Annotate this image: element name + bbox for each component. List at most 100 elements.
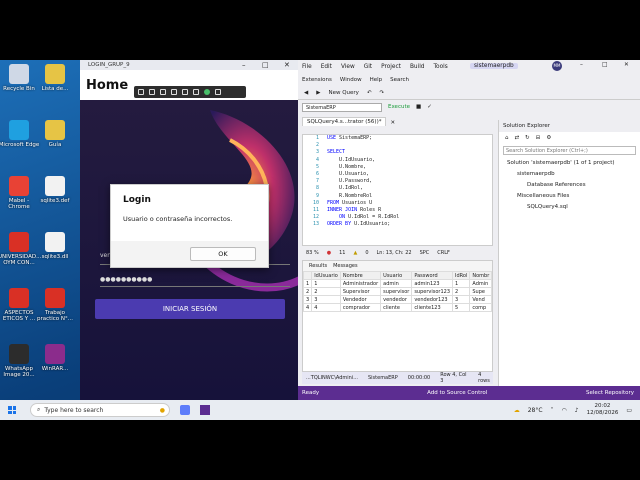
weather-widget-icon[interactable]: ●	[160, 407, 165, 414]
minimize-icon[interactable]: –	[242, 60, 246, 70]
table-cell[interactable]: admin123	[411, 279, 454, 288]
minimize-icon[interactable]: –	[580, 62, 583, 68]
new-query-button[interactable]: New Query	[328, 90, 358, 96]
table-cell[interactable]: 5	[452, 303, 471, 312]
table-cell[interactable]: Vend	[469, 295, 493, 304]
desktop-icon[interactable]: Trabajo practico N°...	[34, 288, 76, 322]
sql-editor[interactable]: 1 2 3 4 5 6 7 8 9 10 11 12 13 USE SistemaERP; SELECT …	[302, 134, 493, 246]
code-line[interactable]: U.IdRol,	[327, 185, 399, 192]
menu-item-git[interactable]: Git	[364, 64, 372, 70]
notification-icon[interactable]: ▭	[626, 407, 632, 414]
code-line[interactable]: U.Nombre,	[327, 164, 399, 171]
redo-icon[interactable]: ↷	[380, 90, 385, 96]
table-cell[interactable]: Vendedor	[339, 295, 382, 304]
desktop-icon[interactable]: Guía	[34, 120, 76, 148]
table-cell[interactable]: 2	[302, 287, 313, 296]
login-button[interactable]: INICIAR SESIÓN	[95, 299, 285, 319]
menu-item-window[interactable]: Window	[340, 77, 362, 83]
code-line[interactable]	[327, 142, 399, 149]
table-cell[interactable]: vendedor	[380, 295, 413, 304]
table-row[interactable]: 2 2 Supervisor supervisor supervisor123 2 Supe	[302, 287, 493, 296]
column-header[interactable]	[302, 271, 313, 280]
table-cell[interactable]: Administrador	[339, 279, 382, 288]
desktop-icon[interactable]: Lista de...	[34, 64, 76, 92]
chevron-up-icon[interactable]: ˄	[551, 407, 554, 414]
task-view-icon[interactable]	[180, 405, 190, 415]
table-cell[interactable]: 2	[311, 287, 341, 296]
error-count[interactable]: 11	[339, 250, 345, 256]
column-header[interactable]: IdUsuario	[311, 271, 341, 280]
table-cell[interactable]: Supervisor	[339, 287, 382, 296]
code-line[interactable]: R.NombreRol	[327, 193, 399, 200]
line-ending[interactable]: CRLF	[437, 250, 450, 256]
password-field[interactable]: ●●●●●●●●●●	[100, 276, 152, 283]
table-cell[interactable]: admin	[380, 279, 413, 288]
select-icon[interactable]	[138, 89, 144, 95]
tree-item[interactable]: Miscellaneous Files	[499, 190, 640, 201]
avatar[interactable]: MM	[552, 61, 562, 71]
code-line[interactable]: U.Password,	[327, 178, 399, 185]
results-grid[interactable]: IdUsuario Nombre Usuario Password IdRol Nombr…	[302, 271, 493, 312]
collapse-icon[interactable]	[215, 89, 221, 95]
column-header[interactable]: Nombr	[469, 271, 493, 280]
execute-button[interactable]: Execute	[388, 104, 410, 110]
temperature[interactable]: 28°C	[528, 407, 543, 414]
ok-button[interactable]: OK	[190, 247, 256, 261]
debug-toolbar[interactable]	[134, 86, 246, 98]
binding-icon[interactable]	[182, 89, 188, 95]
clock[interactable]: 20:02 12/08/2026	[587, 403, 619, 417]
close-tab-icon[interactable]: ✕	[386, 120, 395, 126]
home-icon[interactable]: ⌂	[505, 135, 509, 141]
start-button[interactable]	[8, 406, 16, 414]
tab-results[interactable]: Results	[309, 263, 327, 269]
code-line[interactable]: FROM Usuarios U	[327, 200, 399, 207]
code-line[interactable]: ORDER BY U.IdUsuario;	[327, 221, 399, 228]
table-cell[interactable]: Supe	[469, 287, 493, 296]
desktop-icon[interactable]: sqlite3.dll	[34, 232, 76, 260]
stop-icon[interactable]: ■	[416, 104, 421, 110]
table-cell[interactable]: 4	[302, 303, 313, 312]
table-row[interactable]: 1 1 Administrador admin admin123 1 Admin	[302, 279, 493, 288]
sync-icon[interactable]: ⇄	[515, 135, 520, 141]
close-icon[interactable]: ✕	[624, 62, 629, 68]
menu-item-help[interactable]: Help	[370, 77, 383, 83]
menu-item-extensions[interactable]: Extensions	[302, 77, 332, 83]
table-cell[interactable]: 1	[302, 279, 313, 288]
code-line[interactable]: SELECT	[327, 149, 399, 156]
table-cell[interactable]: Admin	[469, 279, 493, 288]
settings-icon[interactable]: ⚙	[546, 135, 551, 141]
undo-icon[interactable]: ↶	[367, 90, 372, 96]
menu-item-build[interactable]: Build	[410, 64, 425, 70]
menu-item-tools[interactable]: Tools	[434, 64, 448, 70]
table-cell[interactable]: cliente123	[411, 303, 454, 312]
table-cell[interactable]: 3	[311, 295, 341, 304]
column-header[interactable]: IdRol	[452, 271, 471, 280]
taskbar-search[interactable]: ⌕ Type here to search ●	[30, 403, 170, 417]
back-icon[interactable]: ◀	[304, 90, 308, 96]
menu-item-edit[interactable]: Edit	[321, 64, 332, 70]
adorner-icon[interactable]	[193, 89, 199, 95]
menu-item-project[interactable]: Project	[381, 64, 401, 70]
volume-icon[interactable]: ♪	[575, 407, 579, 414]
wifi-icon[interactable]: ◠	[562, 407, 567, 414]
table-cell[interactable]: 3	[452, 295, 471, 304]
tree-item[interactable]: Solution 'sistemaerpdb' (1 of 1 project)	[499, 157, 640, 168]
code-area[interactable]: USE SistemaERP; SELECT U.IdUsuario, U.Nom…	[327, 135, 399, 228]
column-header[interactable]: Nombre	[339, 271, 382, 280]
menu-item-search[interactable]: Search	[390, 77, 409, 83]
menu-item-view[interactable]: View	[341, 64, 355, 70]
column-header[interactable]: Password	[411, 271, 454, 280]
code-line[interactable]: U.Usuario,	[327, 171, 399, 178]
check-icon[interactable]: ✓	[427, 104, 432, 110]
tree-item[interactable]: SQLQuery4.sql	[499, 201, 640, 212]
table-cell[interactable]: comp	[469, 303, 493, 312]
refresh-icon[interactable]: ↻	[525, 135, 530, 141]
frame-icon[interactable]	[171, 89, 177, 95]
desktop-icon[interactable]: sqlite3.def	[34, 176, 76, 204]
code-line[interactable]: USE SistemaERP;	[327, 135, 399, 142]
pointer-icon[interactable]	[149, 89, 155, 95]
collapse-icon[interactable]: ⊟	[536, 135, 541, 141]
warning-count[interactable]: 0	[365, 250, 368, 256]
desktop-icon[interactable]: WinRAR...	[34, 344, 76, 372]
database-select[interactable]: SistemaERP	[302, 102, 382, 112]
